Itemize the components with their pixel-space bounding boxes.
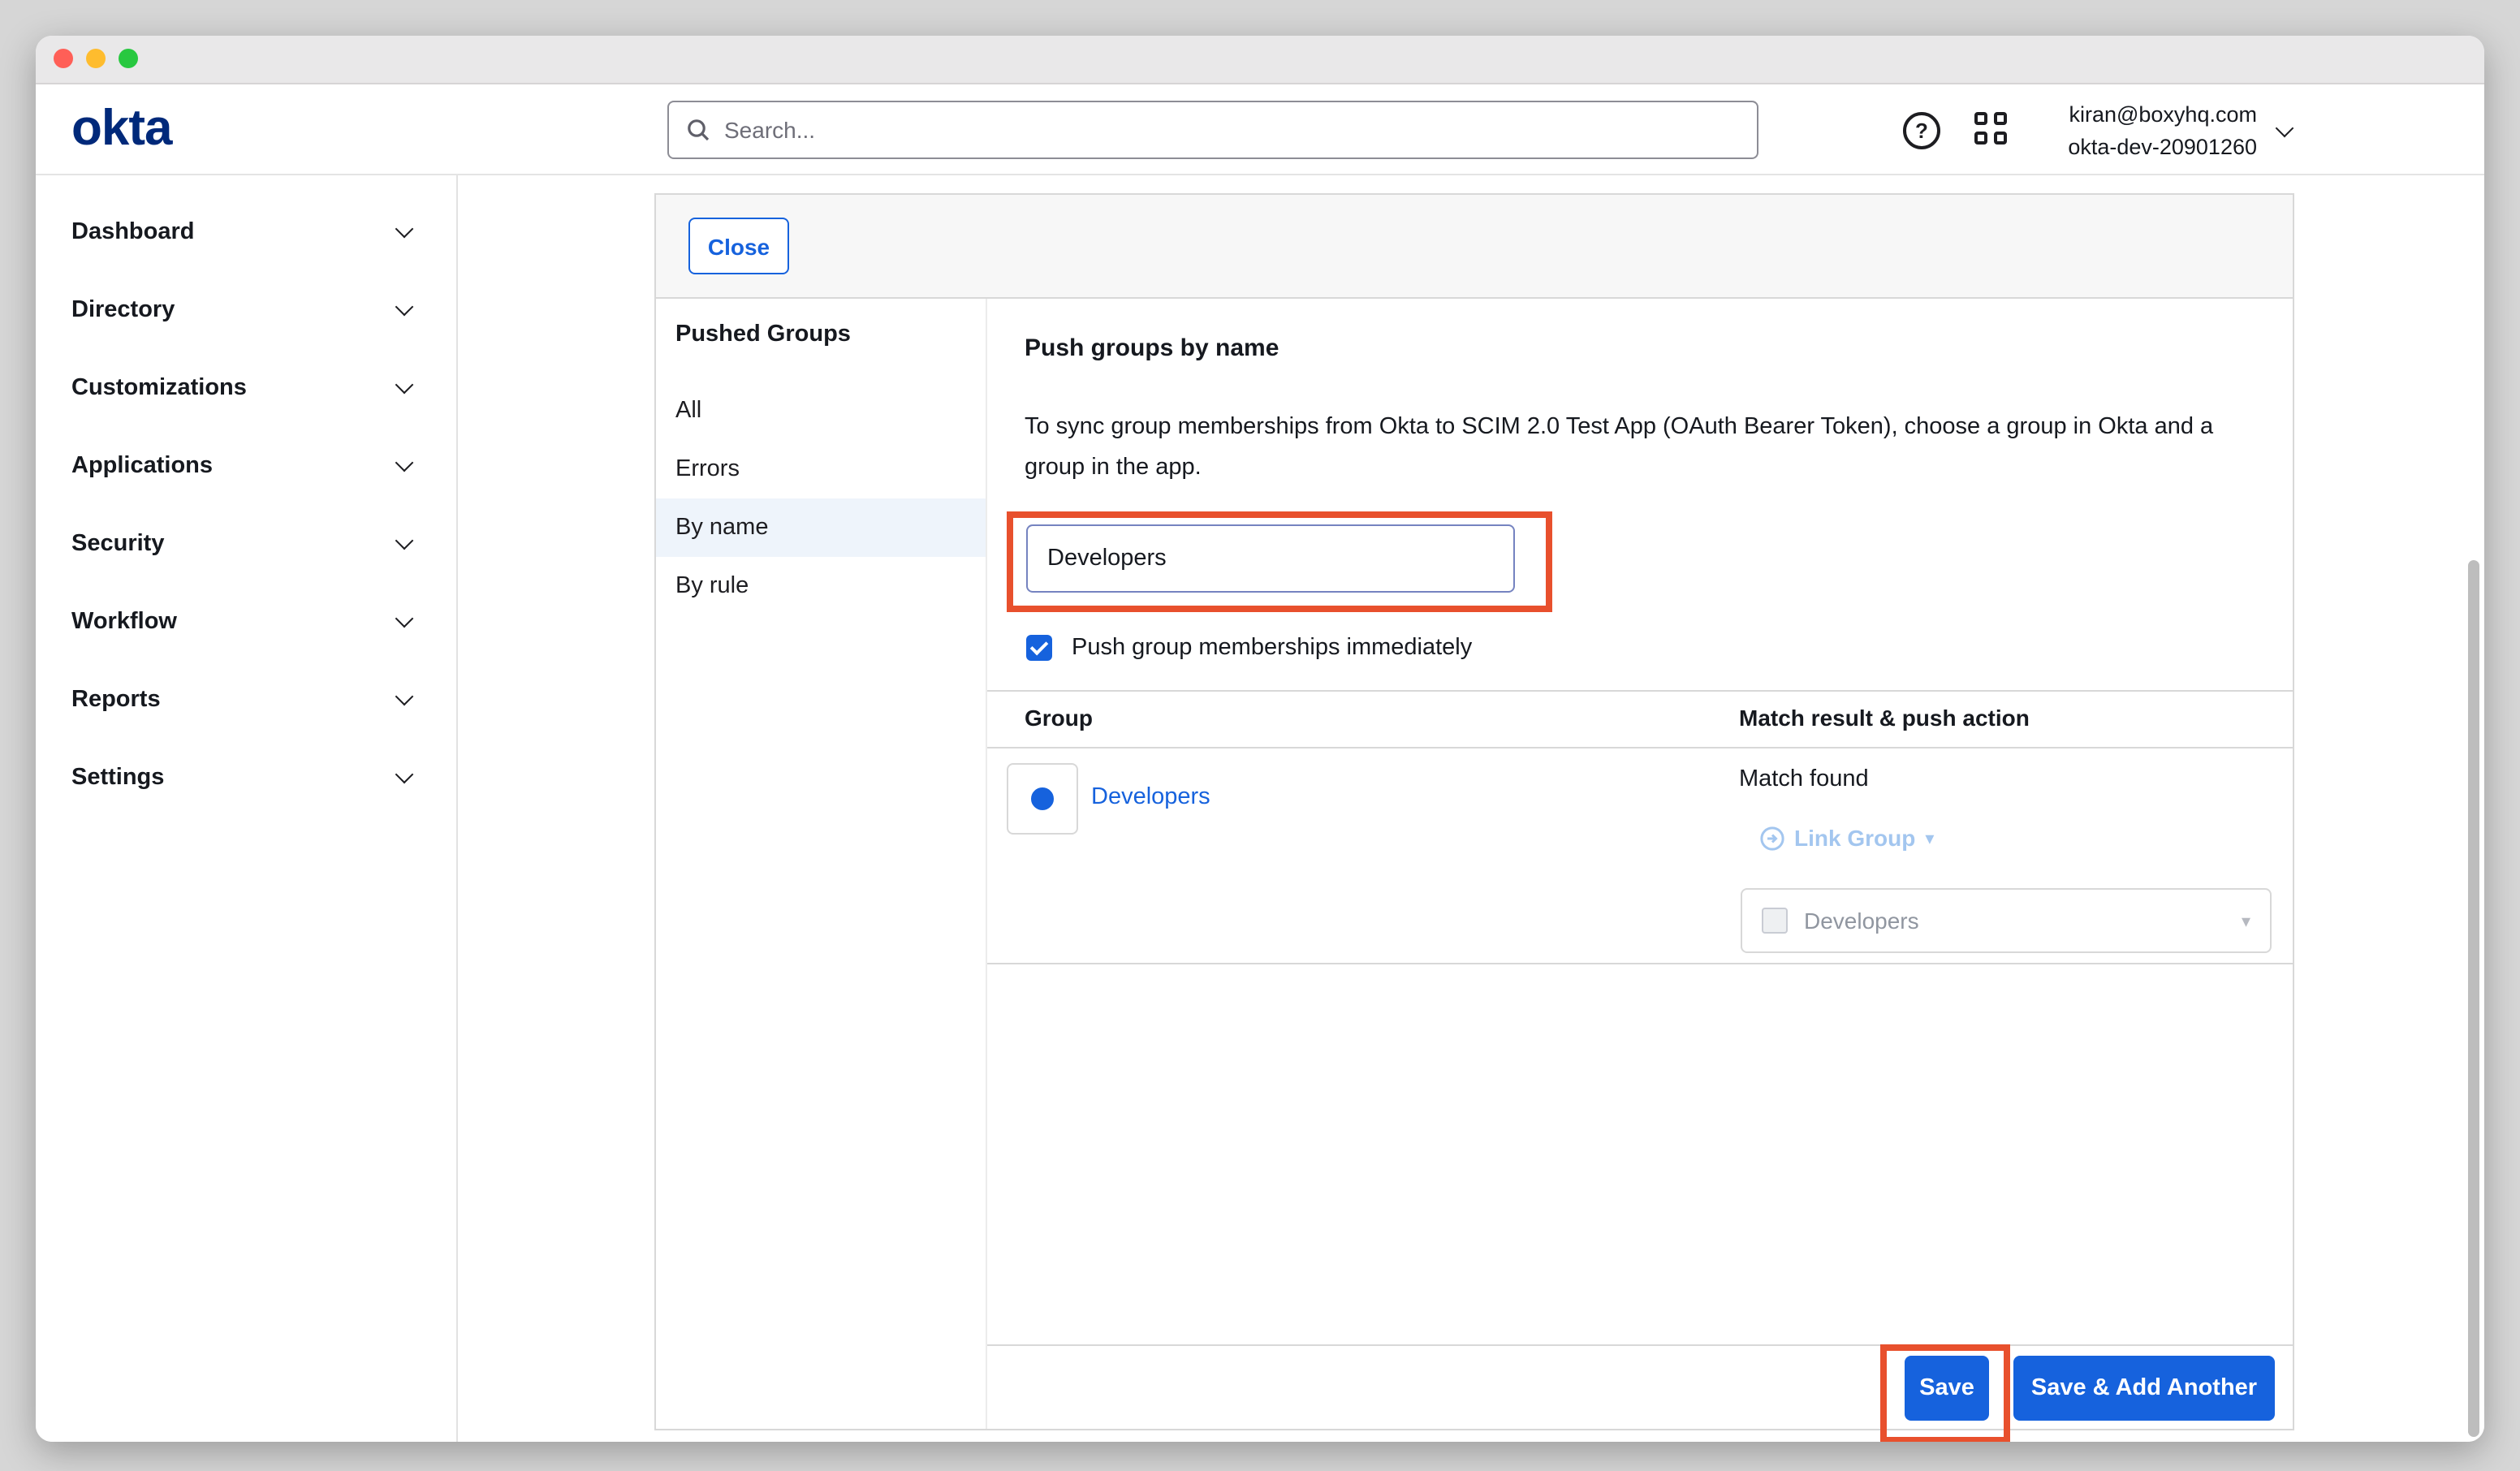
push-groups-panel: Close Pushed Groups All Errors By name B… (654, 193, 2294, 1430)
link-icon (1760, 826, 1784, 850)
subnav-title: Pushed Groups (675, 321, 851, 347)
account-email: kiran@boxyhq.com (1997, 99, 2257, 131)
vertical-scrollbar[interactable] (2468, 560, 2479, 1437)
push-immediately-checkbox[interactable] (1026, 635, 1052, 661)
zoom-window-button[interactable] (119, 49, 138, 68)
save-and-add-another-button[interactable]: Save & Add Another (2013, 1356, 2275, 1421)
column-header-group: Group (1025, 705, 1093, 731)
section-title: Push groups by name (1025, 334, 1279, 362)
sidebar-item-directory[interactable]: Directory (36, 271, 456, 349)
chevron-down-icon (395, 376, 414, 395)
browser-window: okta ? kiran@boxyhq.com okta-dev-2090126… (36, 36, 2484, 1442)
sidebar-item-workflow[interactable]: Workflow (36, 583, 456, 661)
apps-grid-square (1974, 112, 1987, 125)
push-by-name-content: Push groups by name To sync group member… (987, 299, 2293, 1429)
sidebar-item-reports[interactable]: Reports (36, 661, 456, 739)
target-group-dropdown[interactable]: Developers ▾ (1741, 888, 2272, 953)
group-placeholder-icon (1762, 908, 1788, 934)
chevron-down-icon (395, 220, 414, 239)
row-divider (987, 963, 2293, 964)
chevron-down-icon (395, 766, 414, 784)
search-bar[interactable] (667, 101, 1758, 159)
push-immediately-label: Push group memberships immediately (1072, 635, 1472, 662)
section-description: To sync group memberships from Okta to S… (1025, 408, 2239, 487)
sidebar-item-label: Workflow (71, 609, 177, 635)
panel-toolbar: Close (656, 195, 2293, 299)
apps-grid-square (1974, 132, 1987, 145)
account-org: okta-dev-20901260 (1997, 131, 2257, 162)
sidebar-item-applications[interactable]: Applications (36, 427, 456, 505)
sidebar-item-label: Security (71, 531, 164, 557)
group-name-link[interactable]: Developers (1091, 784, 1210, 810)
subnav-item-by-name[interactable]: By name (656, 498, 986, 557)
match-status-text: Match found (1739, 766, 1869, 792)
search-icon (685, 117, 711, 143)
sidebar-item-label: Directory (71, 297, 175, 323)
account-menu[interactable]: kiran@boxyhq.com okta-dev-20901260 (1997, 99, 2257, 162)
page: okta ? kiran@boxyhq.com okta-dev-2090126… (0, 0, 2520, 1471)
chevron-down-icon (395, 532, 414, 550)
chevron-down-icon (395, 610, 414, 628)
chevron-down-icon (395, 688, 414, 706)
sidebar-item-security[interactable]: Security (36, 505, 456, 583)
table-header-bottom-border (987, 747, 2293, 748)
sidebar-item-label: Dashboard (71, 219, 195, 245)
sidebar-item-dashboard[interactable]: Dashboard (36, 193, 456, 271)
footer-divider (987, 1344, 2293, 1346)
close-button[interactable]: Close (688, 218, 789, 274)
sidebar-item-settings[interactable]: Settings (36, 739, 456, 817)
dropdown-caret-icon: ▾ (2242, 910, 2250, 931)
dropdown-selected-value: Developers (1804, 908, 1919, 934)
link-group-caret-icon: ▾ (1925, 827, 1934, 848)
sidebar-item-label: Customizations (71, 375, 247, 401)
sidebar-item-label: Settings (71, 765, 164, 791)
sidebar-item-customizations[interactable]: Customizations (36, 349, 456, 427)
table-header-top-border (987, 690, 2293, 692)
group-icon (1031, 787, 1054, 810)
subnav-item-errors[interactable]: Errors (656, 440, 986, 498)
sidebar-nav: Dashboard Directory Customizations Appli… (36, 175, 458, 1442)
main-content: Close Pushed Groups All Errors By name B… (458, 175, 2484, 1442)
account-chevron-down-icon[interactable] (2276, 119, 2294, 138)
subnav-item-all[interactable]: All (656, 382, 986, 440)
okta-group-avatar (1007, 763, 1078, 835)
help-glyph: ? (1915, 119, 1928, 143)
window-titlebar (36, 36, 2484, 84)
subnav-item-by-rule[interactable]: By rule (656, 557, 986, 615)
pushed-groups-subnav: Pushed Groups All Errors By name By rule (656, 299, 987, 1429)
minimize-window-button[interactable] (86, 49, 106, 68)
sidebar-item-label: Applications (71, 453, 213, 479)
link-group-label: Link Group (1794, 825, 1915, 851)
app-header: okta ? kiran@boxyhq.com okta-dev-2090126… (36, 84, 2484, 175)
save-button[interactable]: Save (1905, 1356, 1989, 1421)
panel-body: Pushed Groups All Errors By name By rule… (656, 299, 2293, 1429)
okta-logo: okta (71, 84, 172, 175)
search-input[interactable] (724, 117, 1741, 143)
sidebar-item-label: Reports (71, 687, 161, 713)
group-name-input[interactable] (1026, 524, 1515, 593)
chevron-down-icon (395, 454, 414, 472)
link-group-action[interactable]: Link Group ▾ (1760, 825, 1934, 851)
column-header-match: Match result & push action (1739, 705, 2030, 731)
help-icon[interactable]: ? (1903, 112, 1940, 149)
close-window-button[interactable] (54, 49, 73, 68)
chevron-down-icon (395, 298, 414, 317)
